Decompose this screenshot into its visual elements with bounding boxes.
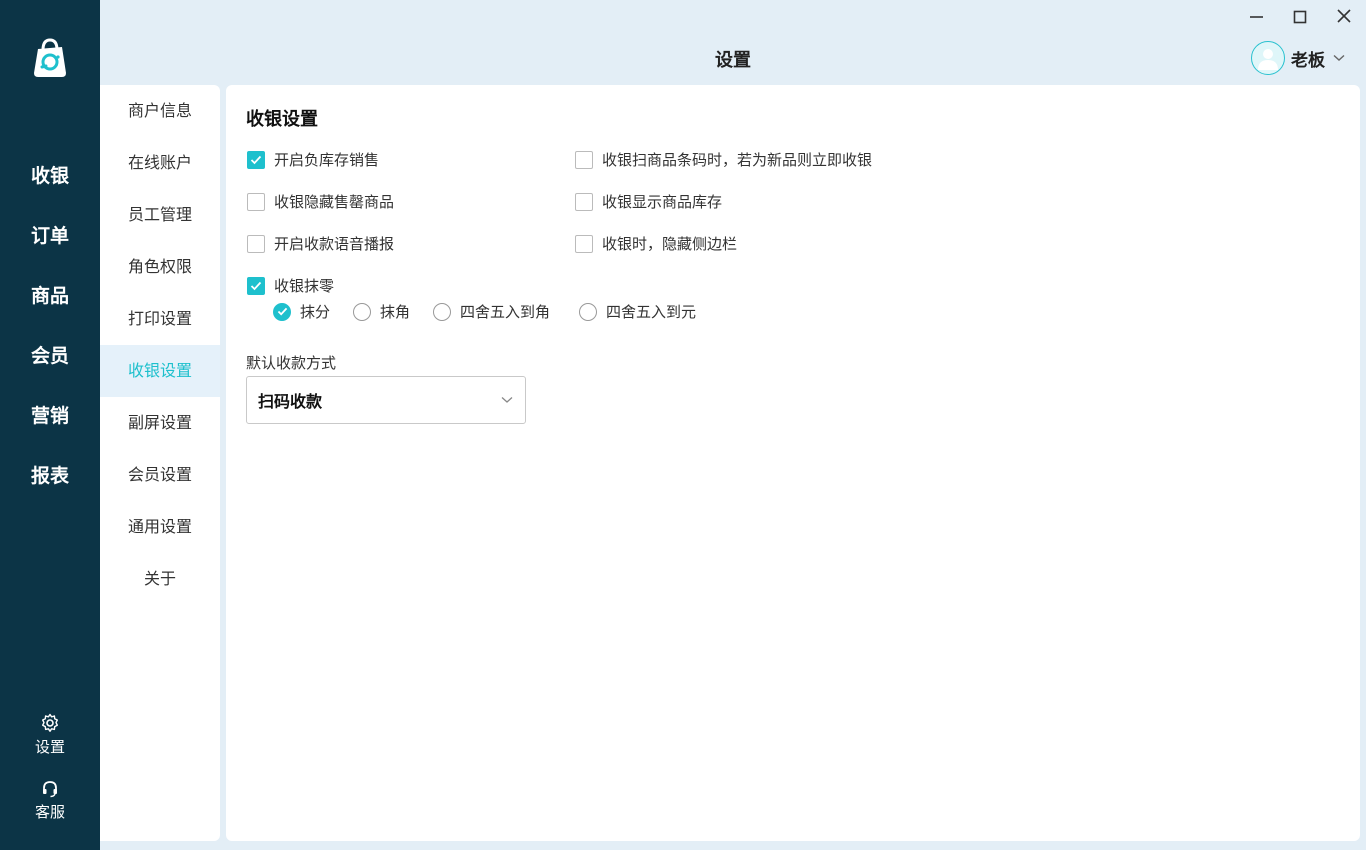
radio-button[interactable] bbox=[433, 302, 451, 321]
radio-round-fen[interactable]: 抹分 bbox=[273, 301, 330, 322]
chevron-down-icon bbox=[1333, 54, 1345, 61]
support-label: 客服 bbox=[34, 803, 65, 821]
avatar bbox=[1251, 41, 1285, 75]
radio-round-half-yuan[interactable]: 四舍五入到元 bbox=[579, 301, 696, 322]
user-name: 老板 bbox=[1291, 50, 1325, 71]
sidebar-item-members[interactable]: 会员 bbox=[0, 341, 100, 368]
sidebar-item-support[interactable]: 客服 bbox=[0, 780, 100, 822]
user-avatar-icon bbox=[1258, 49, 1278, 70]
menu-item-online-account[interactable]: 在线账户 bbox=[100, 137, 220, 189]
menu-item-member[interactable]: 会员设置 bbox=[100, 449, 220, 501]
checkbox[interactable] bbox=[575, 150, 593, 169]
radio-label: 抹分 bbox=[300, 303, 331, 321]
option-label: 开启收款语音播报 bbox=[274, 235, 395, 253]
checkbox[interactable] bbox=[247, 276, 265, 295]
settings-label: 设置 bbox=[34, 738, 65, 756]
option-voice-broadcast[interactable]: 开启收款语音播报 bbox=[247, 233, 394, 254]
sidebar-item-marketing[interactable]: 营销 bbox=[0, 401, 100, 428]
headset-icon bbox=[43, 781, 57, 798]
radio-label: 四舍五入到元 bbox=[606, 303, 697, 321]
default-payment-value: 扫码收款 bbox=[258, 392, 323, 411]
checkbox[interactable] bbox=[247, 234, 265, 253]
settings-menu: 商户信息 在线账户 员工管理 角色权限 打印设置 收银设置 副屏设置 会员设置 … bbox=[100, 85, 220, 841]
check-icon bbox=[277, 307, 287, 316]
main-sidebar: 收银 订单 商品 会员 营销 报表 设置 客服 bbox=[0, 0, 100, 850]
menu-item-print[interactable]: 打印设置 bbox=[100, 293, 220, 345]
sidebar-item-cashier[interactable]: 收银 bbox=[0, 161, 100, 188]
menu-item-general[interactable]: 通用设置 bbox=[100, 501, 220, 553]
chevron-down-icon bbox=[501, 397, 513, 403]
option-rounding[interactable]: 收银抹零 bbox=[247, 275, 334, 296]
page-title: 设置 bbox=[715, 50, 751, 71]
gear-icon bbox=[42, 713, 58, 732]
option-label: 收银扫商品条码时，若为新品则立即收银 bbox=[602, 151, 873, 169]
radio-button[interactable] bbox=[579, 302, 597, 321]
section-title: 收银设置 bbox=[246, 109, 318, 130]
radio-label: 四舍五入到角 bbox=[460, 303, 551, 321]
radio-button[interactable] bbox=[353, 302, 371, 321]
shopping-bag-logo-icon[interactable] bbox=[29, 37, 71, 79]
menu-item-roles[interactable]: 角色权限 bbox=[100, 241, 220, 293]
option-label: 开启负库存销售 bbox=[274, 151, 380, 169]
radio-button[interactable] bbox=[273, 302, 291, 321]
menu-item-merchant-info[interactable]: 商户信息 bbox=[100, 85, 220, 137]
default-payment-select[interactable]: 扫码收款 bbox=[246, 376, 526, 424]
menu-item-checkout[interactable]: 收银设置 bbox=[100, 345, 220, 397]
maximize-icon[interactable] bbox=[1290, 8, 1310, 26]
option-label: 收银隐藏售罄商品 bbox=[274, 193, 395, 211]
minimize-icon[interactable] bbox=[1246, 8, 1266, 26]
sidebar-item-reports[interactable]: 报表 bbox=[0, 461, 100, 488]
option-hide-sidebar[interactable]: 收银时，隐藏侧边栏 bbox=[575, 233, 737, 254]
option-hide-sold-out[interactable]: 收银隐藏售罄商品 bbox=[247, 191, 394, 212]
sidebar-item-products[interactable]: 商品 bbox=[0, 281, 100, 308]
close-icon[interactable] bbox=[1334, 8, 1354, 26]
default-payment-label: 默认收款方式 bbox=[246, 354, 337, 372]
option-label: 收银抹零 bbox=[274, 277, 335, 295]
sidebar-item-settings[interactable]: 设置 bbox=[0, 713, 100, 757]
radio-round-jiao[interactable]: 抹角 bbox=[353, 301, 410, 322]
check-icon bbox=[250, 155, 262, 164]
checkbox[interactable] bbox=[247, 192, 265, 211]
option-show-stock[interactable]: 收银显示商品库存 bbox=[575, 191, 722, 212]
radio-round-half-jiao[interactable]: 四舍五入到角 bbox=[433, 301, 550, 322]
sidebar-item-orders[interactable]: 订单 bbox=[0, 221, 100, 248]
option-label: 收银显示商品库存 bbox=[602, 193, 723, 211]
menu-item-second-screen[interactable]: 副屏设置 bbox=[100, 397, 220, 449]
checkbox[interactable] bbox=[247, 150, 265, 169]
checkbox[interactable] bbox=[575, 234, 593, 253]
option-new-item-instant-checkout[interactable]: 收银扫商品条码时，若为新品则立即收银 bbox=[575, 149, 872, 170]
settings-panel: 收银设置 开启负库存销售 收银扫商品条码时，若为新品则立即收银 收银隐藏售罄商品… bbox=[226, 85, 1360, 841]
menu-item-staff[interactable]: 员工管理 bbox=[100, 189, 220, 241]
check-icon bbox=[250, 281, 262, 290]
option-negative-stock[interactable]: 开启负库存销售 bbox=[247, 149, 379, 170]
checkbox[interactable] bbox=[575, 192, 593, 211]
user-menu[interactable]: 老板 bbox=[1251, 40, 1345, 76]
radio-label: 抹角 bbox=[380, 303, 411, 321]
menu-item-about[interactable]: 关于 bbox=[100, 553, 220, 605]
option-label: 收银时，隐藏侧边栏 bbox=[602, 235, 738, 253]
